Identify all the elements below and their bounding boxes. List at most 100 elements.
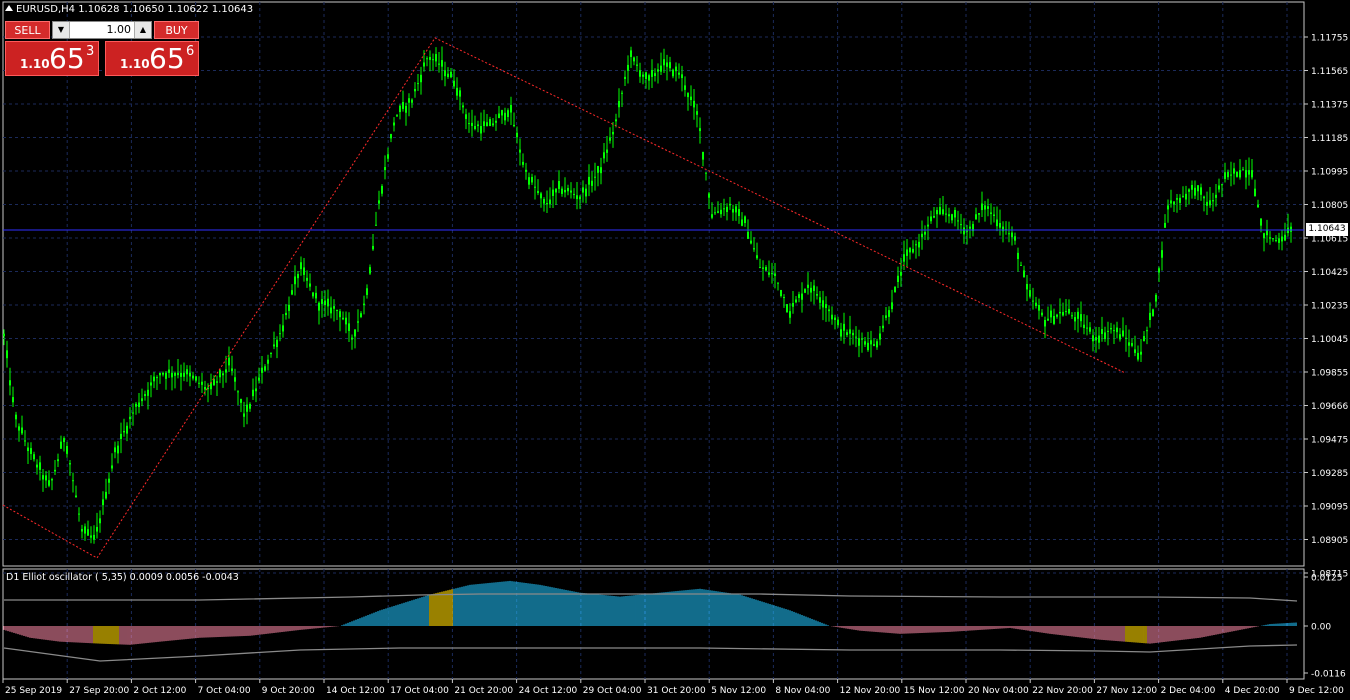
candle-body: [1092, 335, 1094, 342]
candle-body: [234, 377, 236, 382]
candle-body: [1260, 218, 1262, 226]
candle-body: [834, 317, 836, 320]
candle-body: [1209, 200, 1211, 206]
lot-increase-icon[interactable]: ▲: [134, 22, 151, 38]
candle-body: [276, 339, 278, 348]
candle-body: [813, 285, 815, 291]
candle-body: [237, 391, 239, 393]
candle-body: [942, 209, 944, 215]
candle-body: [1212, 200, 1214, 202]
candle-body: [483, 121, 485, 127]
candle-body: [708, 193, 710, 198]
candle-body: [1290, 226, 1292, 232]
candle-body: [477, 124, 479, 127]
candle-body: [846, 332, 848, 335]
candle-body: [141, 398, 143, 402]
candle-body: [546, 203, 548, 205]
candle-body: [1035, 302, 1037, 306]
candle-body: [204, 386, 206, 390]
candle-body: [870, 340, 872, 345]
lot-size-value[interactable]: 1.00: [71, 22, 133, 38]
candle-body: [912, 248, 914, 253]
candle-body: [408, 98, 410, 103]
candle-body: [1062, 312, 1064, 316]
candle-body: [780, 290, 782, 297]
candle-body: [453, 80, 455, 87]
candle-body: [522, 161, 524, 165]
candle-body: [321, 299, 323, 304]
time-axis-label: 27 Sep 20:00: [69, 686, 129, 696]
lot-decrease-icon[interactable]: ▼: [53, 22, 70, 38]
candle-body: [399, 105, 401, 113]
candle-body: [99, 518, 101, 524]
candle-body: [1104, 332, 1106, 340]
candle-body: [426, 58, 428, 60]
candle-body: [789, 311, 791, 318]
oscillator-lower-line: [3, 644, 1298, 662]
candle-body: [558, 181, 560, 189]
price-axis-label: 1.10045: [1311, 335, 1348, 345]
candle-body: [15, 414, 17, 420]
candle-body: [297, 273, 299, 279]
time-axis-label: 27 Nov 12:00: [1096, 686, 1157, 696]
candle-body: [372, 245, 374, 250]
candle-body: [909, 247, 911, 253]
oscillator-histogram: [3, 580, 1297, 645]
candle-body: [933, 215, 935, 218]
candle-body: [1137, 352, 1139, 360]
time-axis-label: 2 Oct 12:00: [133, 686, 186, 696]
candle-body: [423, 62, 425, 67]
buy-price-box[interactable]: 1.10 65 6: [105, 41, 199, 76]
candle-body: [489, 119, 491, 127]
collapse-triangle-icon[interactable]: [5, 5, 13, 11]
candle-body: [984, 205, 986, 210]
candle-body: [30, 448, 32, 454]
candle-body: [738, 209, 740, 216]
candle-body: [315, 292, 317, 299]
candle-body: [672, 69, 674, 77]
candle-body: [1245, 170, 1247, 178]
candle-body: [417, 83, 419, 85]
candle-body: [756, 255, 758, 259]
candle-body: [309, 283, 311, 287]
candle-body: [1182, 195, 1184, 197]
candle-body: [174, 372, 176, 376]
candle-body: [600, 167, 602, 174]
candle-body: [723, 208, 725, 210]
symbol-header: EURUSD,H4 1.10628 1.10650 1.10622 1.1064…: [5, 4, 253, 15]
time-axis-label: 8 Nov 04:00: [775, 686, 830, 696]
candle-body: [171, 372, 173, 378]
candle-body: [258, 377, 260, 381]
candle-body: [6, 350, 8, 359]
candle-body: [1275, 240, 1277, 242]
sell-price-box[interactable]: 1.10 65 3: [5, 41, 99, 76]
candle-body: [540, 193, 542, 199]
candle-body: [1191, 185, 1193, 190]
candle-body: [900, 271, 902, 276]
buy-button[interactable]: BUY: [154, 21, 199, 39]
candle-body: [561, 188, 563, 194]
candle-body: [186, 369, 188, 375]
candle-body: [822, 300, 824, 308]
candle-body: [1068, 308, 1070, 314]
candle-body: [84, 526, 86, 534]
candle-body: [324, 300, 326, 306]
candle-body: [126, 425, 128, 434]
candle-body: [33, 454, 35, 460]
time-axis-label: 21 Oct 20:00: [454, 686, 513, 696]
sell-button[interactable]: SELL: [5, 21, 50, 39]
candle-body: [354, 329, 356, 337]
lot-size-input[interactable]: ▼ 1.00 ▲: [52, 21, 152, 39]
candle-body: [684, 85, 686, 90]
chart-canvas[interactable]: 1.117551.115651.113751.111851.109951.108…: [0, 0, 1350, 700]
candle-body: [849, 329, 851, 334]
candle-body: [537, 190, 539, 194]
candle-body: [993, 214, 995, 216]
candle-body: [81, 528, 83, 532]
candle-body: [246, 404, 248, 412]
candle-body: [519, 149, 521, 153]
candle-body: [741, 219, 743, 226]
symbol-ohlc: EURUSD,H4 1.10628 1.10650 1.10622 1.1064…: [16, 4, 254, 15]
candle-body: [144, 394, 146, 397]
candle-body: [402, 101, 404, 109]
